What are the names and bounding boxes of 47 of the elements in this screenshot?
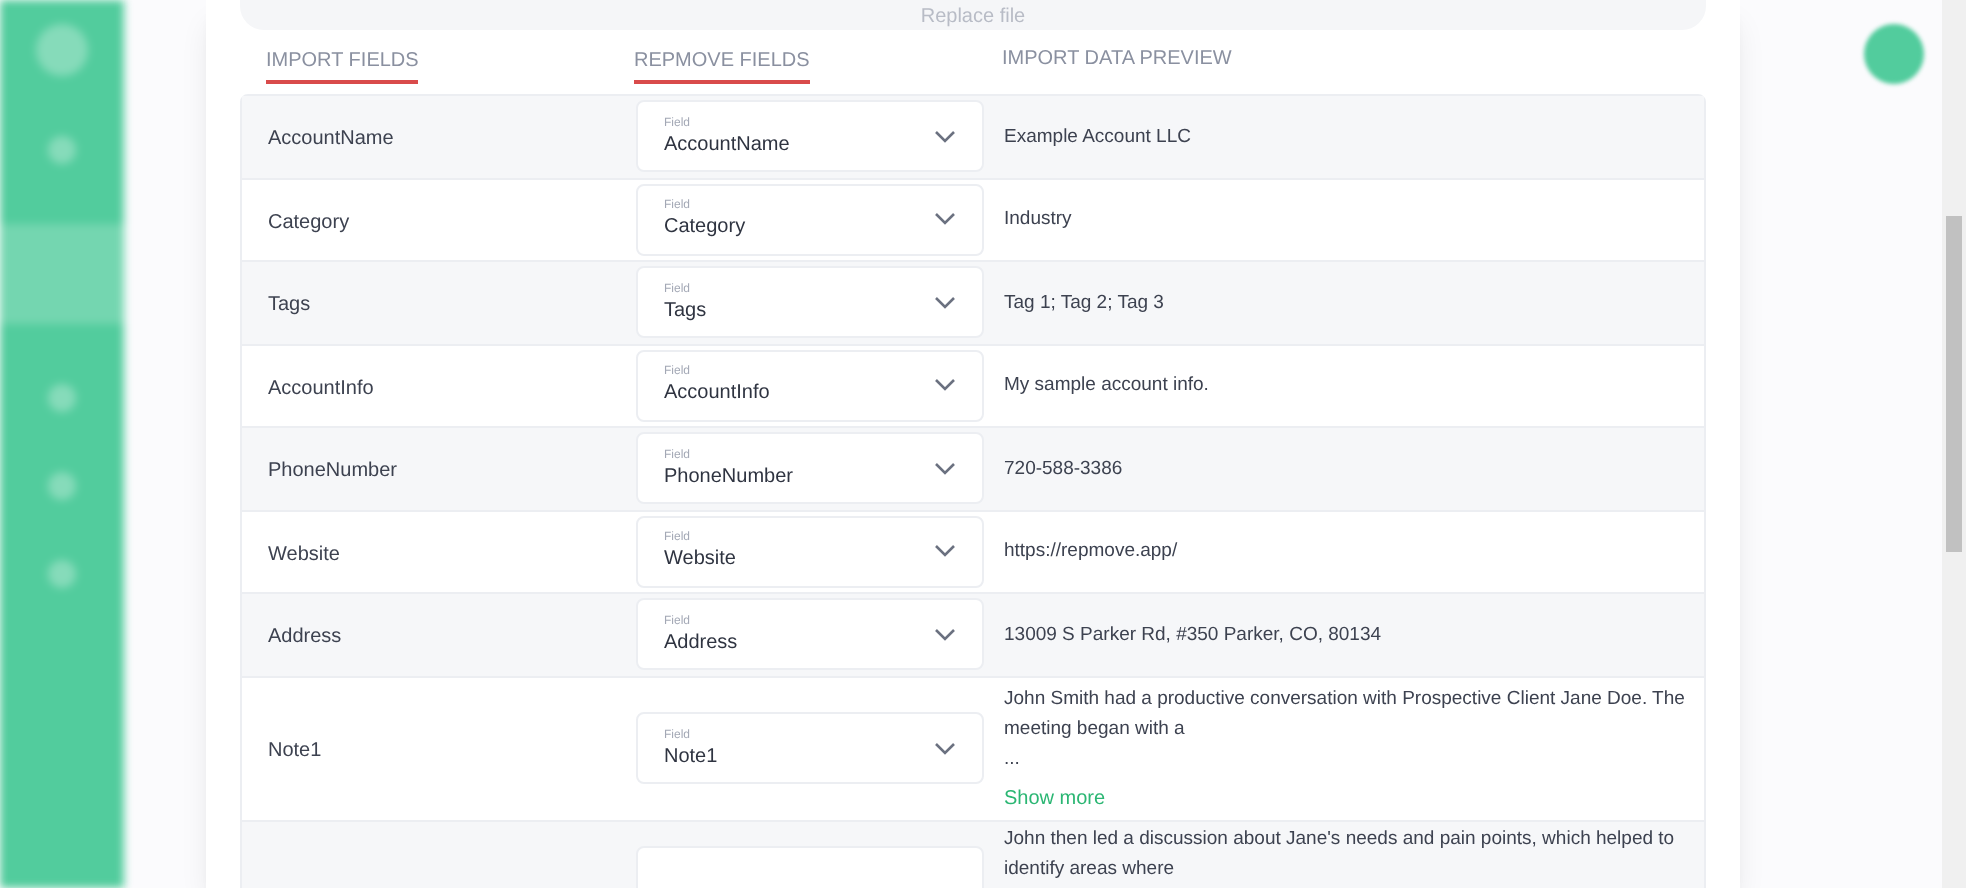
column-header: IMPORT FIELDS <box>266 48 419 84</box>
field-value: AccountName <box>664 131 790 158</box>
import-field-name: AccountName <box>268 128 394 151</box>
preview-text: John Smith had a productive conversation with Prospective Client Jane Doe. The <box>1004 685 1685 713</box>
field-value: Category <box>664 214 746 241</box>
preview-text: Tag 1; Tag 2; Tag 3 <box>1004 289 1166 318</box>
field-value: Website <box>664 546 736 573</box>
preview-text: 720-588-3386 <box>1004 455 1125 484</box>
preview-text: ... <box>1004 745 1022 773</box>
chevron-down-icon <box>934 129 956 144</box>
chevron-down-icon <box>934 212 956 227</box>
chevron-down-icon <box>934 544 956 559</box>
preview-text: https://repmove.app/ <box>1004 538 1180 567</box>
chevron-down-icon <box>934 461 956 476</box>
import-field-name: Website <box>268 543 340 566</box>
import-field-name: Note1 <box>268 740 322 762</box>
scrollbar[interactable] <box>1942 0 1966 888</box>
import-field-name: PhoneNumber <box>268 460 397 483</box>
scrollbar-thumb[interactable] <box>1946 216 1962 552</box>
preview-text: 13009 S Parker Rd, #350 Parker, CO, 80134 <box>1004 621 1384 650</box>
import-field-name: Tags <box>268 294 311 317</box>
preview-text: meeting began with a <box>1004 715 1187 743</box>
blurred-sidebar-icon <box>48 384 76 412</box>
column-header: IMPORT DATA PREVIEW <box>1002 46 1232 74</box>
preview-text: identify areas where <box>1004 855 1177 883</box>
chevron-down-icon <box>934 741 956 755</box>
preview-text: Industry <box>1004 206 1074 235</box>
field-value: Note1 <box>664 743 718 769</box>
import-field-name: Address <box>268 626 342 649</box>
chevron-down-icon <box>934 378 956 393</box>
field-value: AccountInfo <box>664 380 770 407</box>
import-field-name: AccountInfo <box>268 377 374 400</box>
blurred-sidebar-icon <box>36 24 88 76</box>
field-value: Address <box>664 629 738 656</box>
field-value: PhoneNumber <box>664 463 793 490</box>
preview-text: My sample account info. <box>1004 372 1211 401</box>
field-value: Tags <box>664 297 707 324</box>
import-field-name: Category <box>268 211 350 234</box>
blurred-sidebar-icon <box>48 136 76 164</box>
column-header: REPMOVE FIELDS <box>634 48 810 84</box>
preview-text: Example Account LLC <box>1004 123 1193 152</box>
blurred-sidebar-icon <box>48 472 76 500</box>
blurred-sidebar-icon <box>0 224 124 324</box>
blurred-sidebar-icon <box>48 560 76 588</box>
preview-text: John then led a discussion about Jane's needs and pain points, which helped to <box>1004 825 1677 853</box>
chevron-down-icon <box>934 295 956 310</box>
chevron-down-icon <box>934 627 956 642</box>
